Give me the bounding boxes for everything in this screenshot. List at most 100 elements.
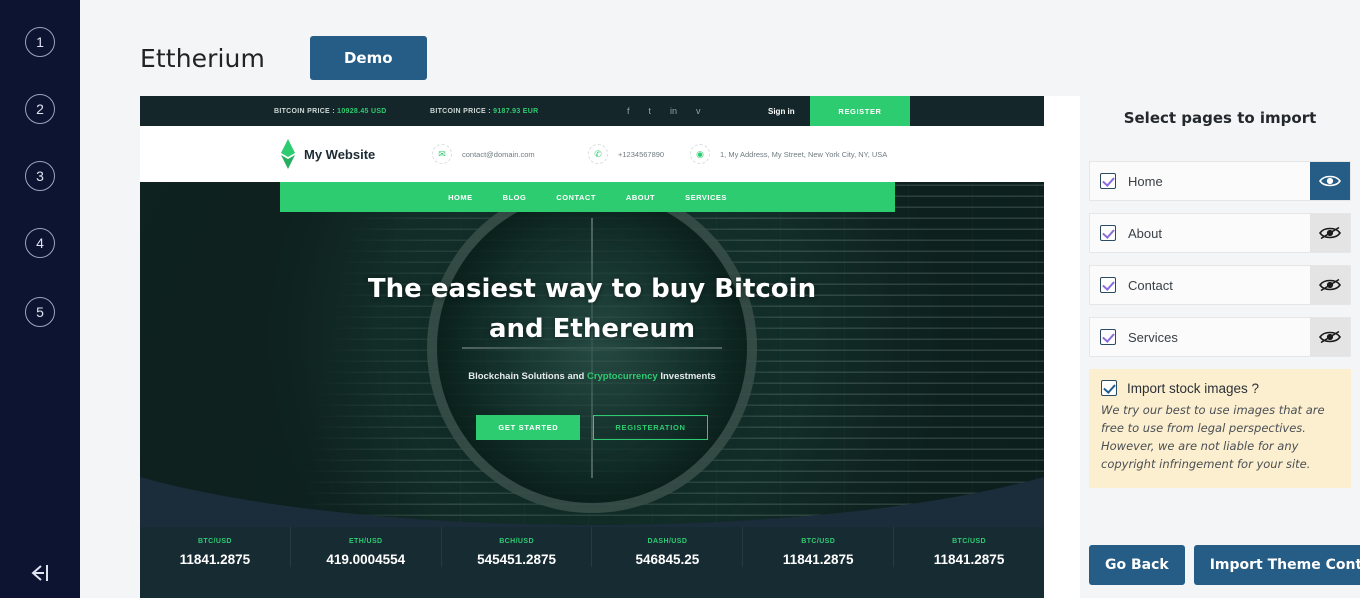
- import-panel: Select pages to import Home About Contac…: [1080, 0, 1360, 598]
- page-toggle-services[interactable]: Services: [1090, 318, 1310, 356]
- hero-sub-a: Blockchain Solutions and: [468, 371, 587, 383]
- stock-images-toggle[interactable]: Import stock images ?: [1101, 380, 1339, 396]
- hero-actions: GET STARTED REGISTERATION: [140, 415, 1044, 441]
- page-row-home: Home: [1089, 161, 1351, 201]
- import-theme-content-button[interactable]: Import Theme Content: [1193, 545, 1360, 585]
- register-button[interactable]: REGISTER: [810, 96, 910, 126]
- page-toggle-home[interactable]: Home: [1090, 162, 1310, 200]
- nav-item-contact[interactable]: CONTACT: [556, 193, 596, 202]
- social-links: f t in v: [627, 106, 701, 116]
- hero-copy: The easiest way to buy Bitcoin and Ether…: [140, 270, 1044, 441]
- page-label: Contact: [1128, 277, 1173, 293]
- address-text: 1, My Address, My Street, New York City,…: [720, 149, 888, 159]
- go-back-button[interactable]: Go Back: [1089, 545, 1185, 585]
- notice-title: Import stock images ?: [1127, 380, 1260, 396]
- step-number: 4: [36, 235, 44, 251]
- page-toggle-contact[interactable]: Contact: [1090, 266, 1310, 304]
- twitter-icon[interactable]: t: [649, 106, 652, 116]
- hero-wave-divider: [140, 477, 1044, 527]
- preview-top-bar: BITCOIN PRICE : 10928.45 USD BITCOIN PRI…: [140, 96, 1044, 126]
- page-row-about: About: [1089, 213, 1351, 253]
- rate-cell: ETH/USD 419.0004554: [291, 527, 442, 567]
- checkbox-contact[interactable]: [1100, 277, 1116, 293]
- hero-subtitle: Blockchain Solutions and Cryptocurrency …: [140, 371, 1044, 382]
- step-rail: 1 2 3 4 5: [0, 0, 80, 598]
- email-text: contact@domain.com: [462, 149, 535, 159]
- page-selection-list: Home About Contact Services: [1080, 161, 1360, 357]
- price-label: BITCOIN PRICE :: [274, 107, 338, 115]
- get-started-button[interactable]: GET STARTED: [476, 415, 581, 441]
- ethereum-logo-icon: [280, 139, 296, 169]
- preview-viewport: BITCOIN PRICE : 10928.45 USD BITCOIN PRI…: [140, 96, 1044, 598]
- contact-email: ✉ contact@domain.com: [432, 144, 535, 164]
- eye-slash-icon: [1319, 226, 1341, 240]
- nav-item-services[interactable]: SERVICES: [685, 193, 727, 202]
- eye-slash-icon: [1319, 330, 1341, 344]
- rate-value: 11841.2875: [179, 552, 251, 567]
- phone-text: +1234567890: [618, 149, 665, 159]
- rate-cell: DASH/USD 546845.25: [592, 527, 744, 567]
- bitcoin-price-eur: BITCOIN PRICE : 9187.93 EUR: [430, 108, 538, 115]
- rate-cell: BCH/USD 545451.2875: [442, 527, 593, 567]
- eye-slash-icon: [1319, 278, 1341, 292]
- rate-value: 419.0004554: [326, 552, 406, 567]
- nav-item-blog[interactable]: BLOG: [503, 193, 527, 202]
- step-indicator-5[interactable]: 5: [25, 297, 55, 327]
- registration-button[interactable]: REGISTERATION: [593, 415, 708, 441]
- theme-preview-frame: BITCOIN PRICE : 10928.45 USD BITCOIN PRI…: [140, 96, 1125, 598]
- rate-pair: BTC/USD: [801, 538, 836, 545]
- nav-item-home[interactable]: HOME: [448, 193, 473, 202]
- preview-nav-bar: HOME BLOG CONTACT ABOUT SERVICES: [280, 182, 895, 212]
- vimeo-icon[interactable]: v: [696, 106, 701, 116]
- stock-images-notice: Import stock images ? We try our best to…: [1089, 369, 1351, 488]
- rate-value: 546845.25: [635, 552, 700, 567]
- page-label: Services: [1128, 329, 1178, 345]
- bitcoin-price-usd: BITCOIN PRICE : 10928.45 USD: [274, 108, 387, 115]
- page-label: Home: [1128, 173, 1163, 189]
- exit-arrow-icon[interactable]: [26, 560, 54, 586]
- hero-sub-c: Investments: [657, 371, 716, 383]
- price-label: BITCOIN PRICE :: [430, 107, 494, 115]
- nav-item-about[interactable]: ABOUT: [626, 193, 655, 202]
- step-number: 1: [36, 34, 44, 50]
- linkedin-icon[interactable]: in: [670, 106, 677, 116]
- preview-eye-button-home[interactable]: [1310, 162, 1350, 200]
- contact-phone: ✆ +1234567890: [588, 144, 664, 164]
- checkbox-services[interactable]: [1100, 329, 1116, 345]
- preview-eye-button-contact[interactable]: [1310, 266, 1350, 304]
- hero-headline-line1: The easiest way to buy Bitcoin: [367, 274, 817, 304]
- page-row-contact: Contact: [1089, 265, 1351, 305]
- rate-pair: BTC/USD: [197, 538, 232, 545]
- rate-value: 545451.2875: [477, 552, 556, 567]
- step-indicator-2[interactable]: 2: [25, 94, 55, 124]
- notice-body: We try our best to use images that are f…: [1101, 403, 1325, 472]
- preview-hero: HOME BLOG CONTACT ABOUT SERVICES The eas…: [140, 182, 1044, 527]
- site-logo[interactable]: My Website: [280, 139, 375, 169]
- rate-value: 11841.2875: [933, 552, 1005, 567]
- page-toggle-about[interactable]: About: [1090, 214, 1310, 252]
- rate-pair: BCH/USD: [499, 538, 534, 545]
- page-label: About: [1128, 225, 1162, 241]
- checkbox-import-stock-images[interactable]: [1101, 380, 1117, 396]
- page-row-services: Services: [1089, 317, 1351, 357]
- panel-actions: Go Back Import Theme Content: [1089, 545, 1360, 585]
- step-number: 3: [36, 168, 44, 184]
- preview-eye-button-about[interactable]: [1310, 214, 1350, 252]
- demo-button[interactable]: Demo: [309, 36, 427, 80]
- checkbox-about[interactable]: [1100, 225, 1116, 241]
- step-indicator-3[interactable]: 3: [25, 161, 55, 191]
- step-indicator-4[interactable]: 4: [25, 228, 55, 258]
- preview-eye-button-services[interactable]: [1310, 318, 1350, 356]
- hero-sub-highlight: Cryptocurrency: [586, 371, 658, 383]
- preview-site-header: My Website ✉ contact@domain.com ✆ +12345…: [140, 126, 1044, 182]
- facebook-icon[interactable]: f: [627, 106, 630, 116]
- mail-icon: ✉: [432, 144, 452, 164]
- rate-cell: BTC/USD 11841.2875: [894, 527, 1044, 567]
- hero-headline-line2: and Ethereum: [488, 313, 696, 344]
- import-wizard-screen: 1 2 3 4 5 Ettherium Demo BITCOIN PRICE :…: [0, 0, 1360, 598]
- step-indicator-1[interactable]: 1: [25, 27, 55, 57]
- sign-in-link[interactable]: Sign in: [768, 107, 795, 116]
- crypto-rates-strip: BTC/USD 11841.2875 ETH/USD 419.0004554 B…: [140, 527, 1044, 598]
- checkbox-home[interactable]: [1100, 173, 1116, 189]
- location-pin-icon: ◉: [690, 144, 710, 164]
